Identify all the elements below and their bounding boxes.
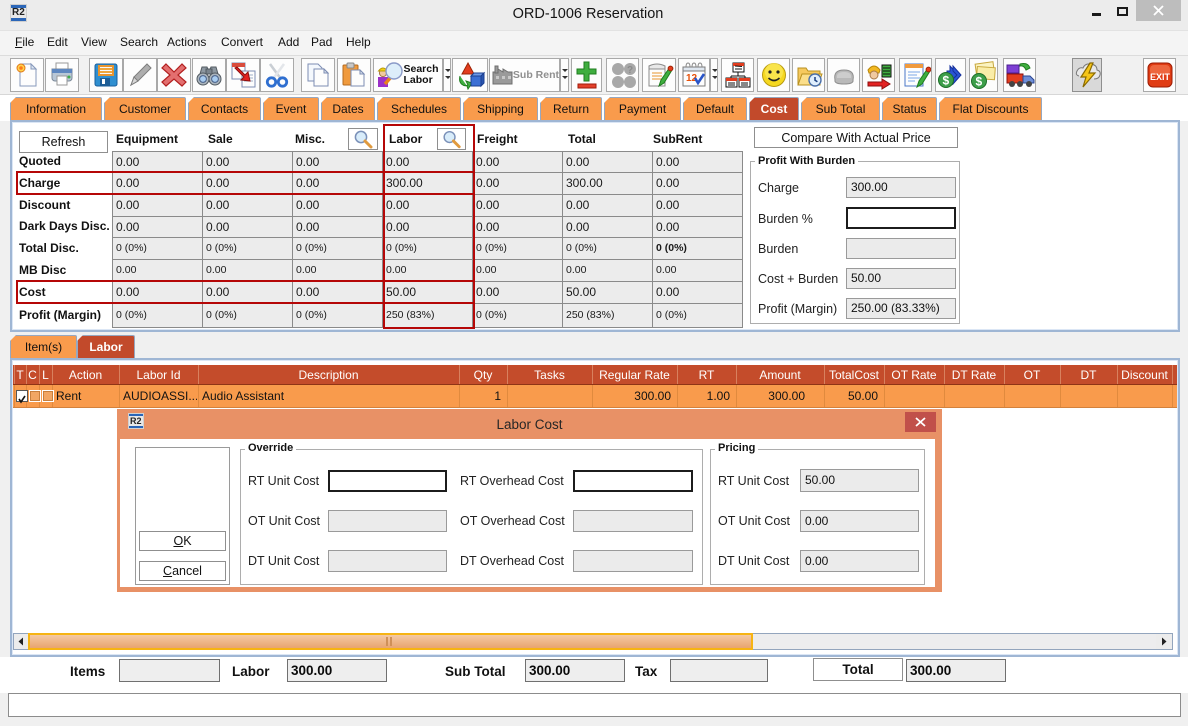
svg-text:?: ?	[627, 65, 633, 76]
svg-text:$: $	[942, 74, 949, 88]
svg-text:$: $	[976, 75, 983, 89]
svg-text:EXIT: EXIT	[1150, 72, 1171, 82]
